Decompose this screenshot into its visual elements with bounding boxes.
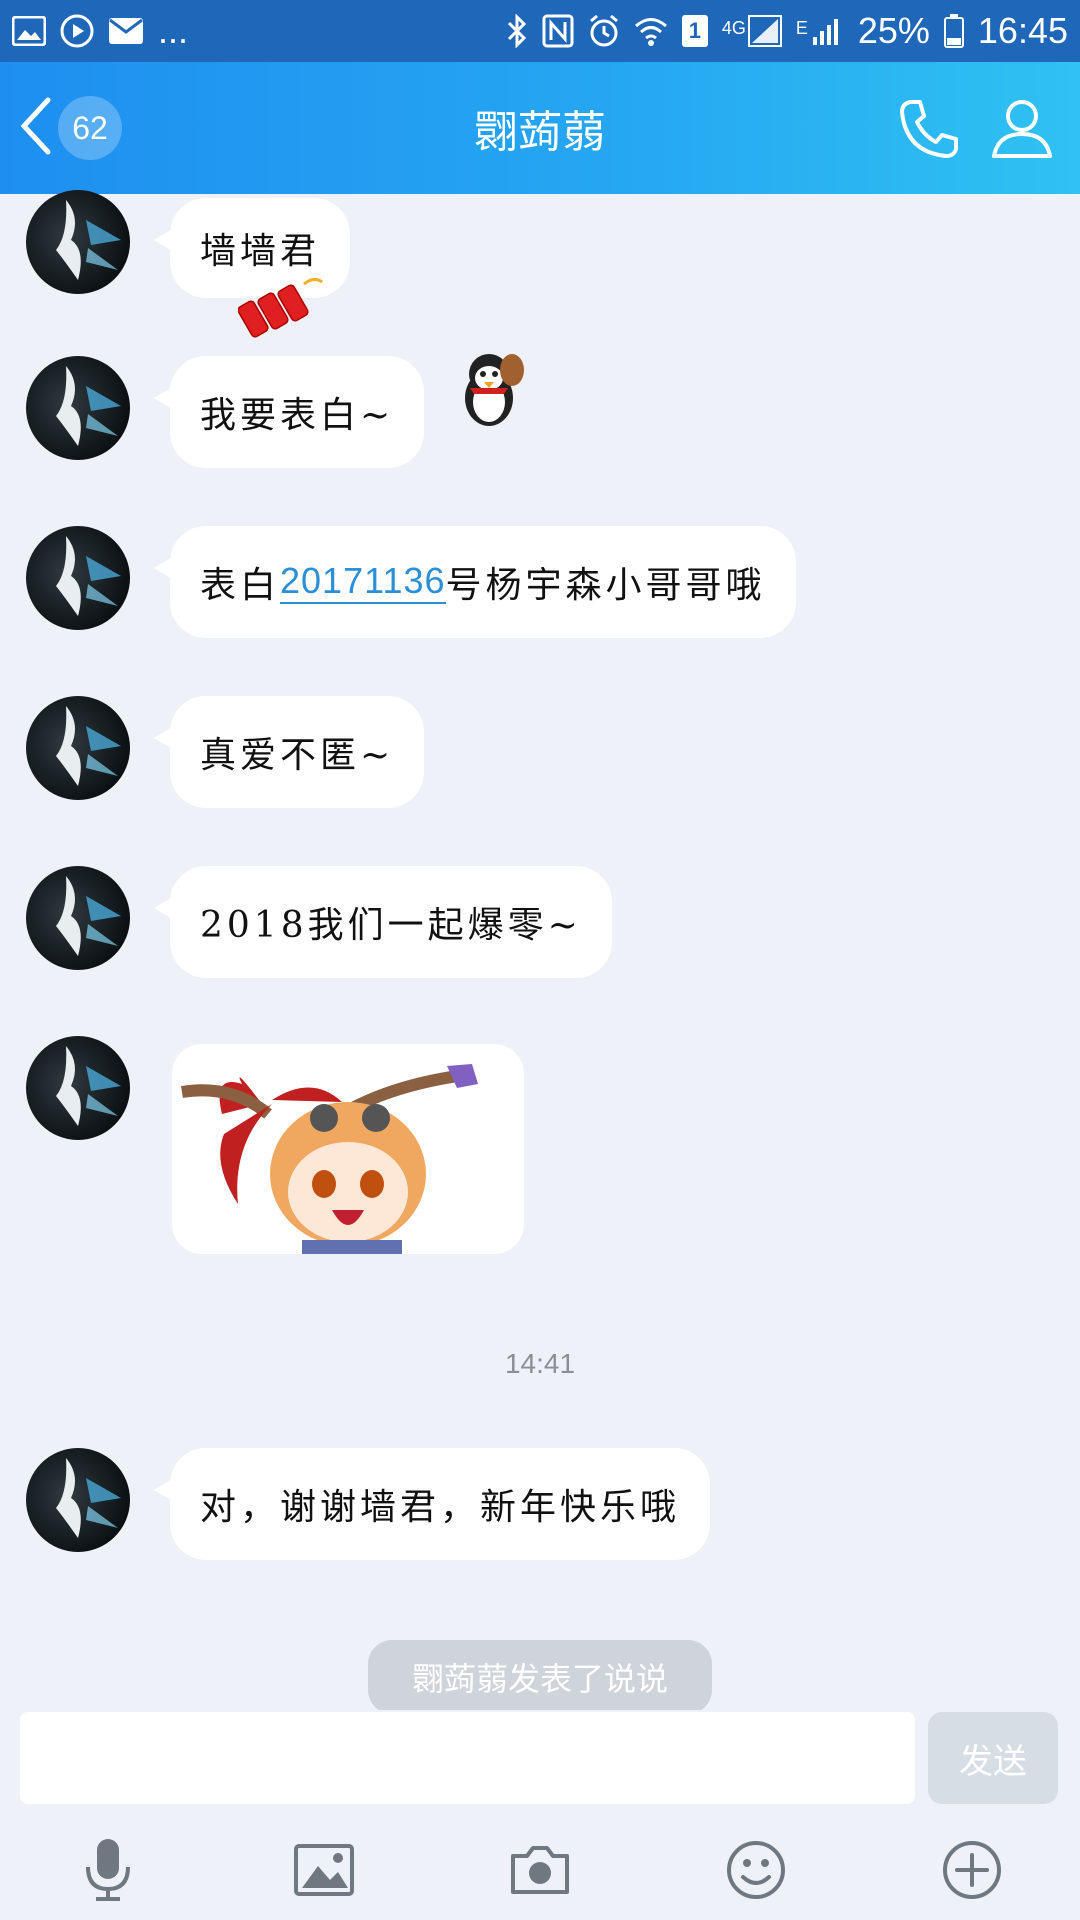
unread-count-badge: 62 — [58, 96, 122, 160]
avatar[interactable] — [26, 866, 130, 970]
message-bubble[interactable]: 2018我们一起爆零~ — [154, 866, 612, 978]
sim-icon: 1 — [681, 15, 708, 47]
network-4g-label: 4G — [721, 18, 746, 38]
gallery-notification-icon — [12, 16, 46, 46]
status-bar-left: ... — [12, 10, 188, 52]
avatar[interactable] — [26, 1036, 130, 1140]
number-link[interactable]: 20171136 — [280, 560, 446, 604]
message-bubble[interactable]: 真爱不匿~ — [153, 696, 425, 808]
penguin-icon — [446, 346, 532, 436]
message-bubble[interactable]: 表白 20171136 号杨宇森小哥哥哦 — [154, 526, 796, 638]
sticker-bubble[interactable] — [172, 1044, 524, 1254]
plus-icon[interactable] — [932, 1830, 1012, 1910]
user-profile-icon[interactable] — [990, 96, 1054, 164]
message-bubble[interactable]: 对，谢谢墙君，新年快乐哦 — [153, 1448, 711, 1560]
message-text: 我要表白~ — [200, 395, 395, 436]
message-text: 真爱不匿~ — [200, 735, 395, 776]
battery-percent: 25% — [857, 10, 930, 51]
input-area: 发送 — [0, 1710, 1080, 1920]
mail-notification-icon — [108, 17, 144, 45]
battery-icon — [943, 14, 964, 48]
message-text-suffix: 号杨宇森小哥哥哦 — [445, 565, 766, 606]
avatar[interactable] — [26, 526, 130, 630]
camera-icon[interactable] — [500, 1830, 580, 1910]
status-bar-right: 1 4G E 25% 16:45 — [506, 10, 1068, 52]
message-timestamp: 14:41 — [504, 1348, 576, 1379]
anime-girl-sticker-icon — [172, 1044, 524, 1254]
message-text-prefix: 表白 — [200, 565, 281, 606]
image-icon[interactable] — [284, 1830, 364, 1910]
alarm-icon — [588, 14, 620, 48]
message-text: 2018我们一起爆零~ — [200, 905, 582, 946]
input-toolbar — [0, 1830, 1080, 1920]
avatar[interactable] — [26, 190, 130, 294]
avatar[interactable] — [26, 696, 130, 800]
message-bubble[interactable]: 我要表白~ — [153, 356, 425, 468]
message-text: 墙墙君 — [200, 231, 321, 272]
phone-icon[interactable] — [896, 96, 962, 166]
signal-icon-1 — [747, 15, 782, 47]
avatar[interactable] — [26, 356, 130, 460]
back-button[interactable]: 62 — [16, 90, 122, 166]
bluetooth-icon — [506, 14, 528, 48]
signal-icon-2 — [810, 15, 844, 47]
nfc-icon — [542, 14, 574, 48]
message-text: 对，谢谢墙君，新年快乐哦 — [200, 1487, 681, 1528]
send-button[interactable]: 发送 — [928, 1712, 1058, 1804]
chevron-left-icon — [16, 94, 54, 162]
chat-header: 62 翾蒟蒻 — [0, 62, 1080, 194]
microphone-icon[interactable] — [68, 1830, 148, 1910]
clock: 16:45 — [977, 10, 1068, 51]
network-e-label: E — [795, 18, 808, 38]
emoji-icon[interactable] — [716, 1830, 796, 1910]
message-input[interactable] — [20, 1712, 915, 1804]
wifi-icon — [634, 15, 668, 47]
status-bar: ... 1 4G E 25% 16:45 — [0, 0, 1080, 62]
firecracker-icon — [237, 276, 328, 350]
video-notification-icon — [60, 14, 94, 48]
more-notifications-text: ... — [158, 10, 189, 51]
new-post-toast[interactable]: 翾蒟蒻发表了说说 — [368, 1640, 712, 1714]
avatar[interactable] — [26, 1448, 130, 1552]
